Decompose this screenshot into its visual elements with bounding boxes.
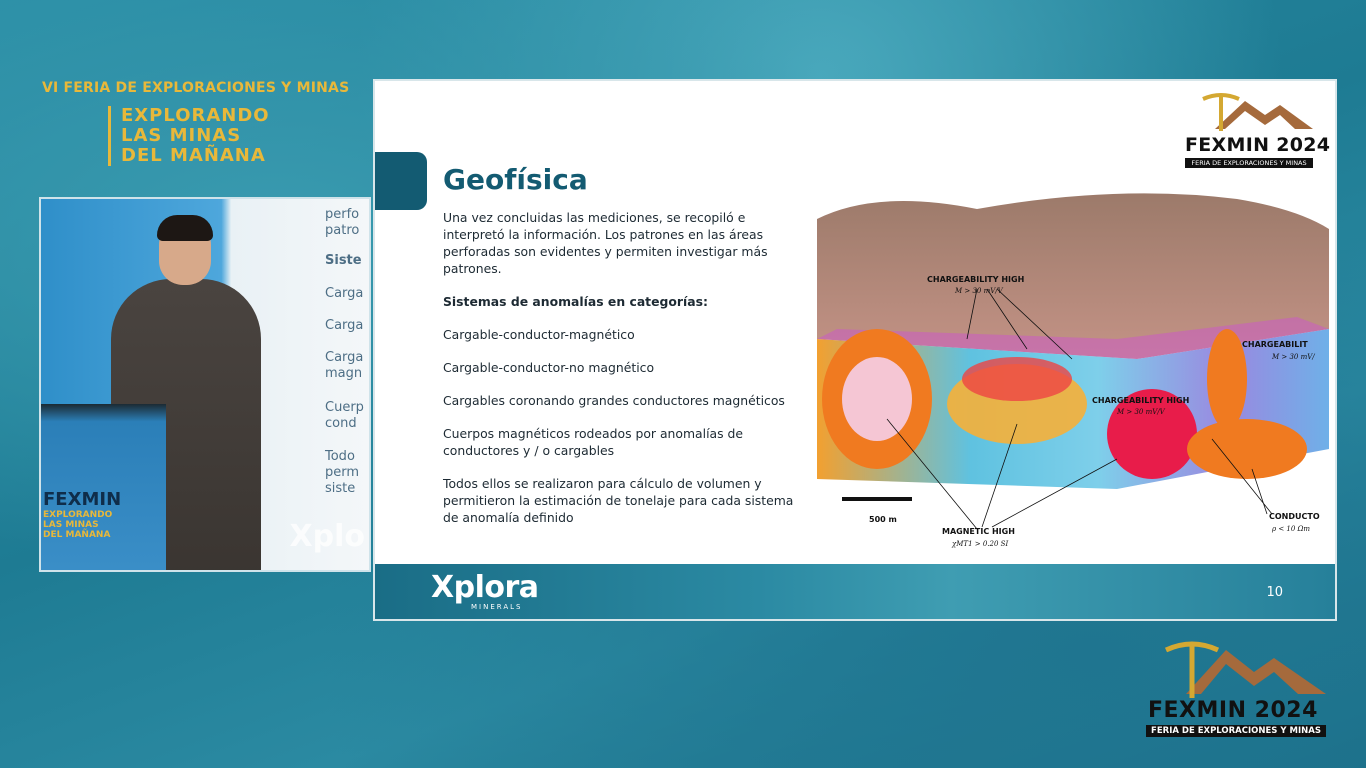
slide-body: Una vez concluidas las mediciones, se re… bbox=[443, 209, 798, 542]
podium-logo-line: LAS MINAS bbox=[43, 520, 99, 530]
xplora-logo: Xplora bbox=[431, 570, 539, 605]
slide-title: Geofísica bbox=[443, 163, 588, 196]
screen-text-line: perfo bbox=[325, 207, 360, 222]
fexmin-logo: FEXMIN 2024 FERIA DE EXPLORACIONES Y MIN… bbox=[1185, 89, 1330, 168]
magnetic-label: MAGNETIC HIGH bbox=[942, 527, 1015, 536]
event-slogan: EXPLORANDO LAS MINAS DEL MAÑANA bbox=[108, 106, 370, 166]
mountain-pickaxe-icon bbox=[1202, 93, 1313, 131]
fexmin-logo-word: FEXMIN 2024 bbox=[1185, 134, 1331, 156]
body-paragraph: Cuerpos magnéticos rodeados por anomalía… bbox=[443, 426, 744, 458]
body-paragraph: Cargable-conductor-no magnético bbox=[443, 360, 655, 375]
body-paragraph: Cargable-conductor-magnético bbox=[443, 327, 635, 342]
xplora-logo-sub: MINERALS bbox=[471, 603, 523, 611]
screen-text-line: perm bbox=[325, 465, 360, 480]
screen-text-line: Cuerp bbox=[325, 400, 364, 415]
podium-logo-word: FEXMIN bbox=[43, 489, 122, 510]
speaker-video: perfo patro Siste Carga Carga Carga magn… bbox=[39, 197, 371, 572]
page-number: 10 bbox=[1266, 585, 1283, 600]
conductor-label: CONDUCTO bbox=[1269, 512, 1320, 521]
chargeability-value: M > 30 mV/V bbox=[1116, 408, 1166, 416]
podium bbox=[41, 404, 166, 570]
broadcast-logo-word: FEXMIN 2024 bbox=[1148, 698, 1318, 723]
podium-logo-line: DEL MAÑANA bbox=[43, 530, 111, 540]
screen-text-line: Todo bbox=[325, 449, 355, 464]
podium-logo-line: EXPLORANDO bbox=[43, 510, 113, 520]
screen-text-line: Carga bbox=[325, 350, 364, 365]
slogan-line: DEL MAÑANA bbox=[121, 145, 266, 166]
podium-logo: FEXMIN EXPLORANDO LAS MINAS DEL MAÑANA bbox=[43, 489, 163, 540]
screen-text-line: magn bbox=[325, 366, 363, 381]
chargeability-label: CHARGEABILIT bbox=[1242, 340, 1308, 349]
map-scale-label: 500 m bbox=[869, 515, 897, 524]
conductor-value: ρ < 10 Ωm bbox=[1271, 525, 1310, 533]
broadcast-logo-sub: FERIA DE EXPLORACIONES Y MINAS bbox=[1146, 725, 1326, 737]
body-paragraph: Una vez concluidas las mediciones, se re… bbox=[443, 210, 768, 276]
chargeability-value: M > 30 mV/V bbox=[954, 287, 1004, 295]
body-paragraph: Todos ellos se realizaron para cálculo d… bbox=[443, 476, 794, 525]
speaker-hair bbox=[157, 215, 213, 241]
screen-text-line: cond bbox=[325, 416, 357, 431]
screen-text-line: siste bbox=[325, 481, 356, 496]
broadcast-logo: FEXMIN 2024 FERIA DE EXPLORACIONES Y MIN… bbox=[1146, 636, 1328, 740]
presentation-slide: Geofísica Una vez concluidas las medicio… bbox=[375, 81, 1335, 619]
mountain-pickaxe-icon bbox=[1164, 641, 1326, 698]
title-accent-tab bbox=[375, 152, 427, 210]
fexmin-logo-sub: FERIA DE EXPLORACIONES Y MINAS bbox=[1185, 158, 1313, 168]
geophysics-map: 500 m CHARGEABILITY HIGH M > 30 mV/V CHA… bbox=[817, 193, 1329, 548]
screen-text-line: Carga bbox=[325, 286, 364, 301]
chargeability-label: CHARGEABILITY HIGH bbox=[927, 275, 1024, 284]
screen-text-line: Carga bbox=[325, 318, 364, 333]
screen-text-line: patro bbox=[325, 223, 360, 238]
slogan-line: LAS MINAS bbox=[121, 125, 242, 146]
magnetic-value: χMT1 > 0.20 SI bbox=[951, 540, 1008, 548]
event-title: VI FERIA DE EXPLORACIONES Y MINAS bbox=[42, 80, 350, 96]
body-heading: Sistemas de anomalías en categorías: bbox=[443, 294, 708, 309]
screen-text-line: Siste bbox=[325, 253, 362, 268]
event-header: VI FERIA DE EXPLORACIONES Y MINAS EXPLOR… bbox=[40, 80, 370, 166]
xplora-watermark: Xplo bbox=[289, 519, 366, 554]
chargeability-label: CHARGEABILITY HIGH bbox=[1092, 396, 1189, 405]
slide-footer: Xplora MINERALS 10 bbox=[375, 564, 1335, 619]
body-paragraph: Cargables coronando grandes conductores … bbox=[443, 393, 785, 408]
slogan-line: EXPLORANDO bbox=[121, 105, 270, 126]
chargeability-value: M > 30 mV/ bbox=[1271, 353, 1315, 361]
